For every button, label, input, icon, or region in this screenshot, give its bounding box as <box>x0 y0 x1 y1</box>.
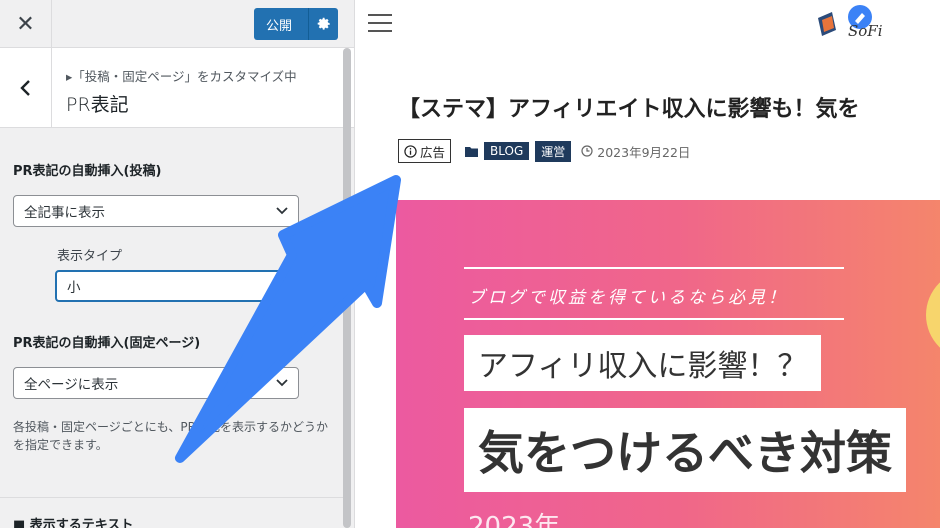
field-label-page: PR表記の自動挿入(固定ページ) <box>13 336 201 351</box>
post-date: 2023年9月22日 <box>581 142 690 161</box>
hero-image[interactable]: ブログで収益を得ているなら必見！ アフィリ収入に影響！？ 気をつけるべき対策 2… <box>396 200 940 528</box>
ad-badge-label: 広告 <box>420 144 446 160</box>
back-button[interactable] <box>0 48 52 128</box>
hero-headline-2: 気をつけるべき対策 <box>464 408 906 492</box>
chevron-down-icon <box>276 379 288 387</box>
gear-icon[interactable] <box>308 8 338 40</box>
hero-year: 2023年 <box>468 512 561 528</box>
chevron-left-icon <box>19 80 30 96</box>
section-header: ▸「投稿・固定ページ」をカスタマイズ中 PR表記 <box>0 48 354 128</box>
customizer-topbar: ✕ 公開 <box>0 0 354 48</box>
post-meta: 広告 BLOG 運営 2023年9月22日 <box>398 139 690 163</box>
hero-decoration <box>926 270 940 360</box>
hero-headline-1: アフィリ収入に影響！？ <box>464 335 822 391</box>
select-post-insert[interactable]: 全記事に表示 <box>13 195 299 227</box>
clock-icon <box>581 145 593 157</box>
select-value: 全記事に表示 <box>24 205 105 221</box>
field-label-post: PR表記の自動挿入(投稿) <box>13 164 162 179</box>
display-type-label: 表示タイプ <box>57 249 123 264</box>
logo-text: SoFi <box>848 22 883 40</box>
chevron-down-icon <box>276 207 288 215</box>
customizer-panel: ✕ 公開 ▸「投稿・固定ページ」をカスタマイズ中 PR表記 PR表記の自動挿入(… <box>0 0 355 528</box>
select-display-type[interactable]: 小 <box>55 270 301 302</box>
hero-rule-bottom <box>464 318 844 320</box>
select-value: 全ページに表示 <box>24 377 119 393</box>
hero-kicker: ブログで収益を得ているなら必見！ <box>468 288 788 308</box>
hero-rule-top <box>464 267 844 269</box>
info-icon <box>404 144 417 158</box>
site-logo[interactable]: SoFi <box>810 4 900 40</box>
ad-badge: 広告 <box>398 139 452 163</box>
publish-label: 公開 <box>266 18 293 34</box>
next-section-title: ■ 表示するテキスト <box>13 518 134 528</box>
publish-button[interactable]: 公開 <box>254 8 338 40</box>
panel-scrollbar[interactable] <box>343 48 351 528</box>
site-preview: SoFi 【ステマ】アフィリエイト収入に影響も！気を 広告 BLOG 運営 20… <box>356 0 940 528</box>
category-tag[interactable]: BLOG <box>484 142 530 160</box>
category-tag[interactable]: 運営 <box>535 140 572 162</box>
select-page-insert[interactable]: 全ページに表示 <box>13 367 299 399</box>
breadcrumb: ▸「投稿・固定ページ」をカスタマイズ中 <box>66 69 297 84</box>
post-title: 【ステマ】アフィリエイト収入に影響も！気を <box>398 97 860 122</box>
field-description: 各投稿・固定ページごとにも、PR表記を表示するかどうかを指定できます。 <box>13 420 328 452</box>
menu-icon[interactable] <box>368 14 392 34</box>
folder-icon <box>465 146 479 157</box>
chevron-down-icon <box>277 283 289 291</box>
close-button[interactable]: ✕ <box>0 0 52 48</box>
select-value: 小 <box>67 280 81 296</box>
divider <box>0 497 343 498</box>
date-text: 2023年9月22日 <box>597 144 691 160</box>
section-title: PR表記 <box>66 94 129 116</box>
close-icon: ✕ <box>16 11 35 37</box>
